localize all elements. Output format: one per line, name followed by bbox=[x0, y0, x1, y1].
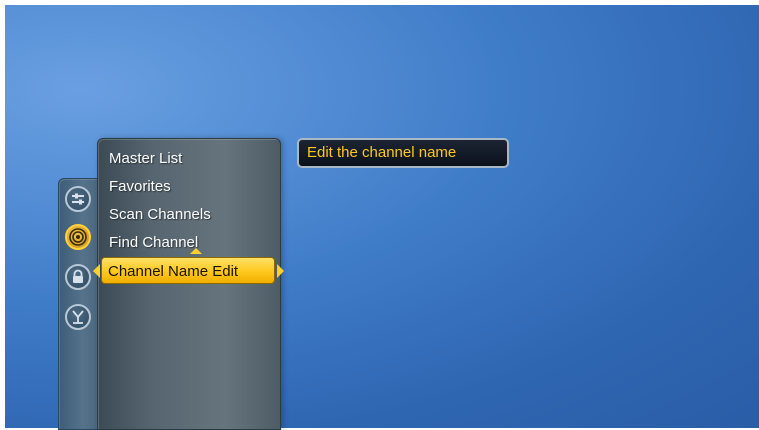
right-arrow-icon bbox=[277, 264, 284, 278]
scroll-up-arrow-icon bbox=[190, 248, 202, 254]
left-arrow-icon bbox=[93, 264, 100, 278]
category-icon-rail bbox=[58, 178, 100, 430]
sliders-icon[interactable] bbox=[65, 186, 91, 212]
help-tooltip: Edit the channel name bbox=[297, 138, 509, 168]
menu-item-scan-channels[interactable]: Scan Channels bbox=[109, 203, 211, 227]
menu-item-favorites[interactable]: Favorites bbox=[109, 175, 171, 199]
antenna-input-icon[interactable] bbox=[65, 304, 91, 330]
broadcast-antenna-icon[interactable] bbox=[65, 224, 91, 250]
menu-item-master-list[interactable]: Master List bbox=[109, 147, 182, 171]
menu-item-find-channel[interactable]: Find Channel bbox=[109, 231, 198, 255]
channel-menu-panel: Master List Favorites Scan Channels Find… bbox=[97, 138, 281, 430]
menu-item-channel-name-edit[interactable]: Channel Name Edit bbox=[101, 257, 275, 284]
lock-icon[interactable] bbox=[65, 264, 91, 290]
